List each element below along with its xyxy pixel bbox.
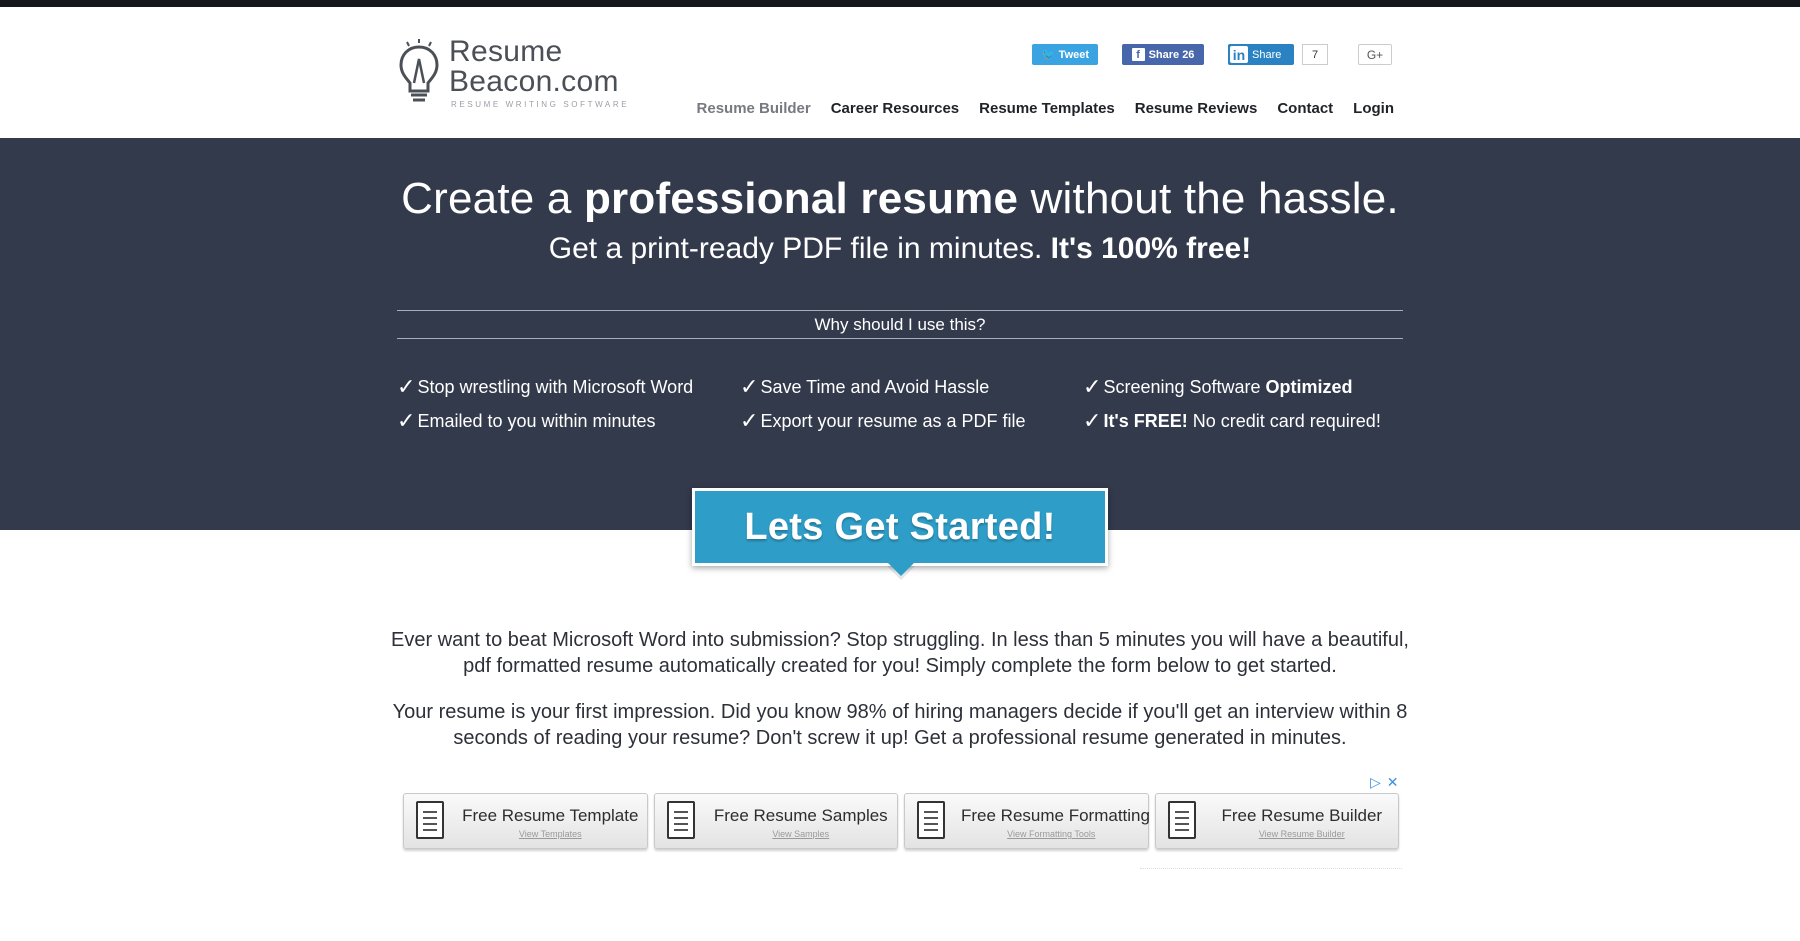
logo-tagline: RESUME WRITING SOFTWARE <box>451 100 630 109</box>
logo-line-1: Resume <box>449 35 563 68</box>
feature-item: ✓ Emailed to you within minutes <box>397 408 656 434</box>
hero-subheadline: Get a print-ready PDF file in minutes. I… <box>0 232 1800 266</box>
feature-text: Export your resume as a PDF file <box>760 410 1026 431</box>
why-heading: Why should I use this? <box>814 315 986 334</box>
feature-text: Stop wrestling with Microsoft Word <box>417 376 694 397</box>
checkmark-icon: ✓ <box>397 408 416 433</box>
cta-pointer <box>888 563 914 576</box>
linkedin-share-count: 7 <box>1302 44 1328 65</box>
checkmark-icon: ✓ <box>1083 408 1102 433</box>
ad-subtitle[interactable]: View Samples <box>711 829 892 839</box>
document-icon <box>1167 801 1196 839</box>
hero-section: Create a professional resume without the… <box>0 138 1800 530</box>
document-icon <box>416 801 444 839</box>
ad-link[interactable]: Free Resume Builder View Resume Builder <box>1154 793 1399 849</box>
main-nav: Resume Builder Career Resources Resume T… <box>697 100 1394 117</box>
nav-resume-builder[interactable]: Resume Builder <box>697 100 811 117</box>
ad-title: Free Resume Samples <box>713 806 888 825</box>
twitter-icon: 🐦 <box>1040 49 1055 61</box>
ad-link[interactable]: Free Resume Formatting View Formatting T… <box>904 793 1150 849</box>
logo-line-2: Beacon.com <box>449 65 619 98</box>
ad-link[interactable]: Free Resume Samples View Samples <box>653 793 898 849</box>
site-logo[interactable]: Resume Beacon.com RESUME WRITING SOFTWAR… <box>397 34 637 114</box>
feature-item: ✓ Export your resume as a PDF file <box>740 408 1026 434</box>
feature-text: No credit card required! <box>1187 410 1381 431</box>
nav-resume-templates[interactable]: Resume Templates <box>979 100 1115 117</box>
adchoices-icon[interactable]: ▷ <box>1370 774 1381 791</box>
feature-bold: It's FREE! <box>1103 410 1188 431</box>
checkmark-icon: ✓ <box>740 408 759 433</box>
site-header: Resume Beacon.com RESUME WRITING SOFTWAR… <box>0 7 1800 138</box>
ad-title: Free Resume Builder <box>1221 806 1383 825</box>
headline-part: without the hassle. <box>1018 174 1399 223</box>
feature-item: ✓ Save Time and Avoid Hassle <box>740 374 989 400</box>
feature-text: Save Time and Avoid Hassle <box>760 376 990 397</box>
tweet-label: Tweet <box>1058 48 1090 61</box>
ad-link[interactable]: Free Resume Template View Templates <box>403 793 648 849</box>
headline-part: Create a <box>401 174 584 223</box>
logo-text: Resume Beacon.com <box>449 37 619 97</box>
nav-contact[interactable]: Contact <box>1277 100 1333 117</box>
lightbulb-icon <box>399 39 439 102</box>
ad-row: Free Resume Template View Templates Free… <box>403 793 1399 849</box>
document-icon <box>666 801 695 839</box>
feature-item: ✓ Stop wrestling with Microsoft Word <box>397 374 693 400</box>
ad-title: Free Resume Formatting <box>961 806 1150 825</box>
linkedin-icon: in <box>1230 46 1248 63</box>
ad-subtitle[interactable]: View Formatting Tools <box>961 829 1142 839</box>
intro-paragraph: Your resume is your first impression. Di… <box>392 701 1408 749</box>
nav-career-resources[interactable]: Career Resources <box>831 100 959 117</box>
headline-bold: professional resume <box>583 174 1019 223</box>
divider <box>397 310 1403 311</box>
linkedin-share-button[interactable]: in Share <box>1228 44 1294 65</box>
facebook-share-button[interactable]: f Share 26 <box>1122 44 1204 65</box>
feature-item: ✓ Screening Software Optimized <box>1083 374 1353 400</box>
nav-login[interactable]: Login <box>1353 100 1394 117</box>
subheadline-bold: It's 100% free! <box>1050 232 1252 265</box>
subheadline-part: Get a print-ready PDF file in minutes. <box>548 232 1051 265</box>
intro-paragraph: Ever want to beat Microsoft Word into su… <box>391 629 1409 677</box>
linkedin-share-label: Share <box>1252 48 1282 61</box>
hero-headline: Create a professional resume without the… <box>0 174 1800 224</box>
divider <box>397 338 1403 339</box>
google-plus-button[interactable]: G+ <box>1358 44 1392 65</box>
close-icon[interactable]: ✕ <box>1387 774 1399 791</box>
facebook-icon: f <box>1131 48 1145 61</box>
tweet-button[interactable]: 🐦 Tweet <box>1032 44 1098 65</box>
facebook-share-label: Share 26 <box>1148 48 1195 61</box>
ad-title: Free Resume Template <box>462 806 639 825</box>
feature-text: Emailed to you within minutes <box>417 410 656 431</box>
ad-subtitle[interactable]: View Resume Builder <box>1212 829 1393 839</box>
dotted-divider <box>1140 868 1402 869</box>
ad-subtitle[interactable]: View Templates <box>460 829 641 839</box>
ad-choices[interactable]: ▷ ✕ <box>1370 774 1399 791</box>
top-strip <box>0 0 1800 7</box>
checkmark-icon: ✓ <box>397 374 416 399</box>
checkmark-icon: ✓ <box>1083 374 1102 399</box>
get-started-button[interactable]: Lets Get Started! <box>692 488 1108 566</box>
checkmark-icon: ✓ <box>740 374 759 399</box>
feature-text: Screening Software <box>1103 376 1266 397</box>
nav-resume-reviews[interactable]: Resume Reviews <box>1135 100 1258 117</box>
feature-item: ✓ It's FREE! No credit card required! <box>1083 408 1381 434</box>
feature-bold: Optimized <box>1265 376 1353 397</box>
document-icon <box>917 801 945 839</box>
